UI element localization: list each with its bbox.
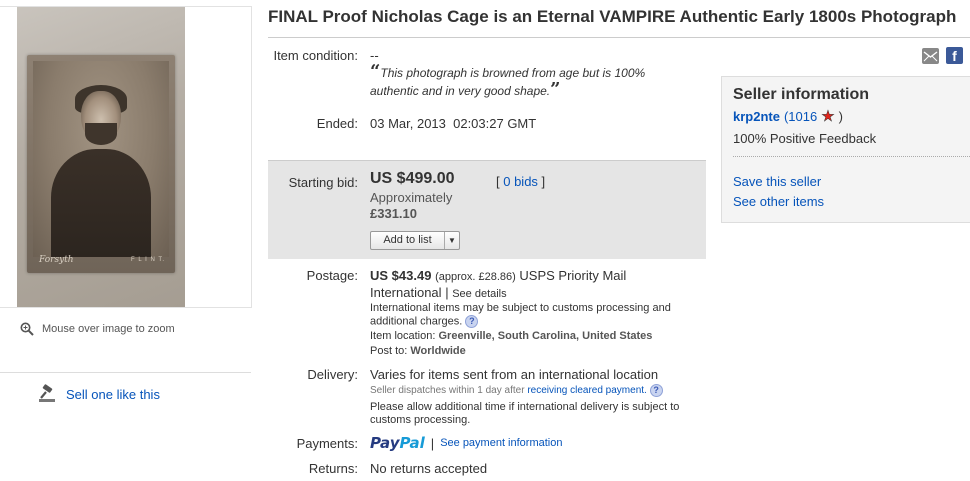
- item-location-value: Greenville, South Carolina, United State…: [438, 330, 653, 342]
- open-quote-icon: “: [370, 61, 381, 82]
- dispatch-info: Seller dispatches within 1 day after rec…: [370, 384, 663, 397]
- delivery-label: Delivery:: [307, 367, 358, 382]
- delivery-value: Varies for items sent from an internatio…: [370, 367, 659, 382]
- photographer-place: F L I N T.: [131, 257, 166, 263]
- returns-value: No returns accepted: [370, 461, 488, 476]
- cabinet-card: Forsyth F L I N T.: [27, 55, 175, 273]
- condition-note-text: This photograph is browned from age but …: [370, 66, 646, 98]
- sell-one-like-this-link[interactable]: Sell one like this: [66, 387, 160, 402]
- add-to-list-label[interactable]: Add to list: [371, 232, 445, 249]
- main-photo[interactable]: Forsyth F L I N T.: [17, 7, 185, 307]
- delivery-note: Please allow additional time if internat…: [370, 401, 680, 426]
- dropdown-arrow-icon[interactable]: ▼: [445, 236, 459, 245]
- starting-bid-price: US $499.00: [370, 170, 455, 187]
- postage-value: US $43.49 (approx. £28.86) USPS Priority…: [370, 268, 627, 300]
- facebook-icon[interactable]: f: [946, 47, 963, 64]
- add-to-list-button[interactable]: Add to list ▼: [370, 231, 460, 250]
- postage-price: US $43.49: [370, 268, 432, 283]
- returns-label: Returns:: [308, 461, 358, 476]
- image-gallery: Forsyth F L I N T.: [0, 6, 252, 308]
- condition-label: Item condition:: [273, 48, 358, 63]
- zoom-hint-text: Mouse over image to zoom: [42, 323, 175, 335]
- item-title: FINAL Proof Nicholas Cage is an Eternal …: [268, 7, 957, 26]
- seller-info-heading: Seller information: [733, 86, 870, 103]
- left-divider: [0, 372, 251, 373]
- item-location: Item location: Greenville, South Carolin…: [370, 330, 652, 342]
- sell-one-like-this[interactable]: Sell one like this: [38, 384, 160, 404]
- zoom-hint: Mouse over image to zoom: [20, 322, 175, 336]
- magnifier-icon: [20, 322, 34, 336]
- payment-info-link[interactable]: See payment information: [440, 437, 562, 449]
- item-location-label: Item location:: [370, 330, 436, 342]
- portrait-image: [33, 61, 169, 257]
- portrait-coat: [51, 149, 151, 257]
- close-quote-icon: ”: [550, 79, 561, 100]
- other-items-link[interactable]: See other items: [733, 194, 824, 209]
- payments-value: PayPal | See payment information: [370, 434, 563, 452]
- portrait-beard: [85, 123, 117, 145]
- gavel-icon: [39, 384, 55, 402]
- feedback-score-link[interactable]: (1016: [784, 109, 817, 124]
- postage-approx: (approx. £28.86): [435, 271, 516, 283]
- payments-label: Payments:: [296, 436, 358, 451]
- seller-divider: [733, 156, 970, 157]
- seller-name-link[interactable]: krp2nte: [733, 109, 780, 124]
- help-icon[interactable]: ?: [649, 384, 663, 397]
- approx-price: £331.10: [370, 206, 417, 221]
- ended-label: Ended:: [316, 116, 358, 131]
- title-divider: [268, 37, 970, 38]
- cleared-payment-link[interactable]: receiving cleared payment.: [527, 385, 647, 396]
- ended-value: 03 Mar, 2013 02:03:27 GMT: [370, 116, 537, 131]
- post-to-value: Worldwide: [410, 345, 466, 357]
- postage-details-link[interactable]: See details: [452, 288, 506, 300]
- post-to-label: Post to:: [370, 345, 408, 357]
- email-icon[interactable]: [922, 48, 939, 64]
- postage-label: Postage:: [306, 268, 358, 283]
- seller-id: krp2nte (1016 ★ ): [733, 108, 844, 125]
- photographer-signature: Forsyth: [39, 255, 74, 265]
- customs-note: International items may be subject to cu…: [370, 302, 690, 328]
- dispatch-text: Seller dispatches within 1 day after: [370, 385, 525, 397]
- bids-link[interactable]: 0 bids: [503, 174, 538, 189]
- save-seller-link[interactable]: Save this seller: [733, 174, 821, 189]
- post-to: Post to: Worldwide: [370, 345, 466, 357]
- approx-label: Approximately: [370, 190, 453, 205]
- condition-note: “This photograph is browned from age but…: [370, 61, 690, 100]
- feedback-score-close: ): [838, 109, 844, 124]
- help-icon[interactable]: ?: [465, 315, 479, 328]
- paypal-logo: PayPal: [370, 434, 425, 452]
- positive-feedback: 100% Positive Feedback: [733, 131, 877, 146]
- starting-bid-label: Starting bid:: [288, 175, 358, 190]
- feedback-star-icon: ★: [821, 108, 835, 125]
- customs-note-text: International items may be subject to cu…: [370, 302, 671, 328]
- bids-count: [ 0 bids ]: [496, 174, 546, 189]
